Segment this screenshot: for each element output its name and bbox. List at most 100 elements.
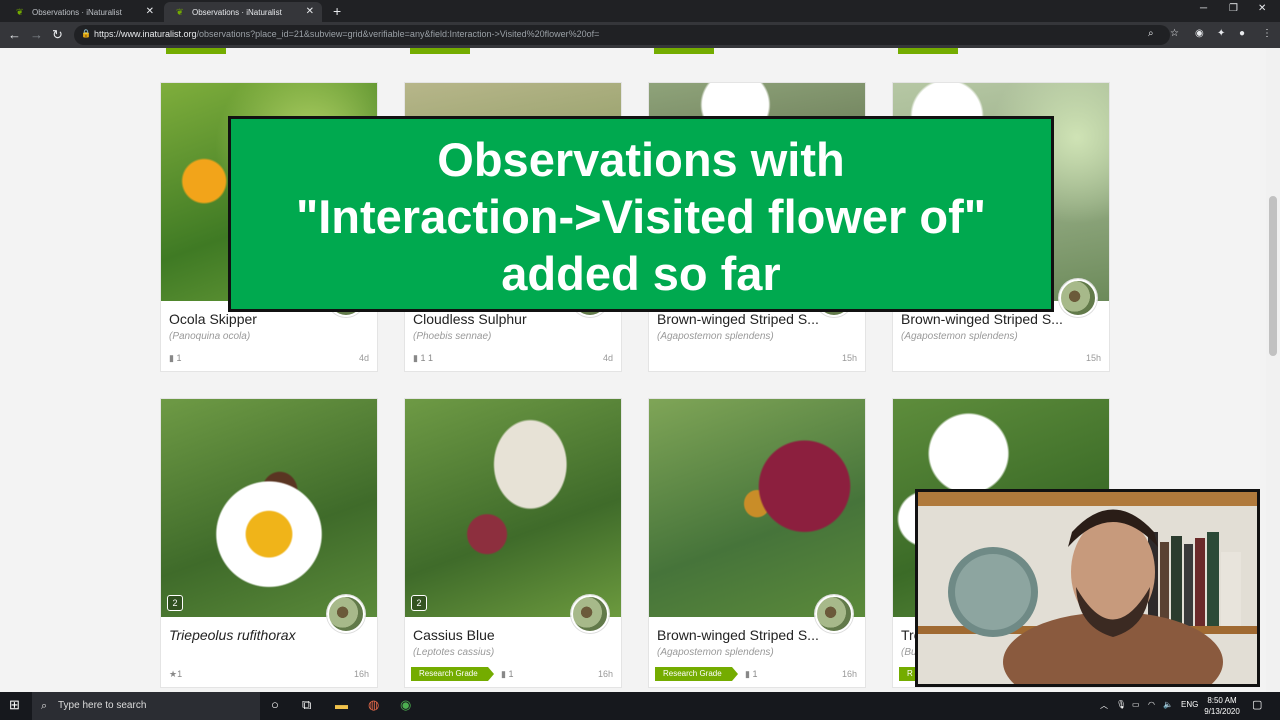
search-placeholder: Type here to search xyxy=(58,700,147,711)
tab-title: Observations · iNaturalist xyxy=(32,7,122,17)
webcam-person-image xyxy=(918,492,1257,684)
minimize-icon[interactable]: ─ xyxy=(1200,3,1207,14)
window-close-icon[interactable]: ✕ xyxy=(1258,3,1266,14)
observed-time: 4d xyxy=(358,353,369,363)
task-view-icon[interactable]: ⧉ xyxy=(302,697,311,713)
language-indicator[interactable]: ENG xyxy=(1181,700,1198,709)
badge-stub xyxy=(898,48,958,54)
badge-stub xyxy=(654,48,714,54)
back-icon[interactable]: ← xyxy=(8,27,21,42)
identification-icon: ▮ xyxy=(169,353,174,363)
observation-photo[interactable] xyxy=(161,399,377,617)
scientific-name: (Panoquina ocola) xyxy=(169,331,251,342)
forward-icon[interactable]: → xyxy=(30,27,43,42)
windows-taskbar: ⊞ ⌕ Type here to search ○ ⧉ ▬ ◍ ◉ ︿ 🎙 ▭ … xyxy=(0,692,1280,720)
inaturalist-favicon-icon: ❦ xyxy=(176,7,184,17)
identification-icon: ▮ xyxy=(413,353,418,363)
badge-stub xyxy=(410,48,470,54)
network-icon[interactable]: ◠ xyxy=(1148,700,1155,709)
page-scrollbar[interactable] xyxy=(1266,48,1280,692)
scientific-name: (Agapostemon splendens) xyxy=(901,331,1018,342)
search-icon: ⌕ xyxy=(41,700,48,712)
extensions-puzzle-icon[interactable]: ✦ xyxy=(1217,28,1225,39)
observer-avatar[interactable] xyxy=(815,595,853,633)
browser-tab-active[interactable]: ❦ Observations · iNaturalist ✕ xyxy=(164,2,322,22)
observed-time: 16h xyxy=(353,669,369,679)
tray-overflow-icon[interactable]: ︿ xyxy=(1100,700,1108,711)
common-name[interactable]: Brown-winged Striped S... xyxy=(657,311,819,327)
banner-line-3: added so far xyxy=(501,247,781,300)
title-overlay-banner: Observations with "Interaction->Visited … xyxy=(228,116,1054,312)
badge-stub xyxy=(166,48,226,54)
new-tab-icon[interactable]: + xyxy=(333,3,341,19)
taskbar-clock[interactable]: 8:50 AM 9/13/2020 xyxy=(1200,695,1244,717)
observer-avatar[interactable] xyxy=(327,595,365,633)
bookmark-star-icon[interactable]: ☆ xyxy=(1170,28,1179,39)
webcam-overlay xyxy=(915,489,1260,687)
id-count: ▮ 1 xyxy=(501,669,514,679)
identification-icon: ▮ xyxy=(501,669,506,679)
file-explorer-icon[interactable]: ▬ xyxy=(335,697,348,712)
star-icon: ★ xyxy=(169,669,178,679)
address-bar[interactable]: 🔒 https://www.inaturalist.org/observatio… xyxy=(74,25,1170,45)
cortana-icon[interactable]: ○ xyxy=(271,697,279,712)
observed-time: 4d xyxy=(602,353,613,363)
common-name[interactable]: Brown-winged Striped S... xyxy=(901,311,1063,327)
browser-menu-icon[interactable]: ⋮ xyxy=(1262,28,1272,39)
research-grade-badge: Research Grade xyxy=(655,667,738,681)
browser-toolbar: ← → ↻ 🔒 https://www.inaturalist.org/obse… xyxy=(0,22,1280,48)
banner-line-1: Observations with xyxy=(437,133,845,186)
browser-tab[interactable]: ❦ Observations · iNaturalist ✕ xyxy=(4,2,162,22)
close-tab-icon[interactable]: ✕ xyxy=(146,6,154,17)
clock-time: 8:50 AM xyxy=(1207,696,1237,705)
common-name[interactable]: Ocola Skipper xyxy=(169,311,257,327)
common-name[interactable]: Cloudless Sulphur xyxy=(413,311,527,327)
tab-title: Observations · iNaturalist xyxy=(192,7,282,17)
photo-count-badge: 2 xyxy=(167,595,183,611)
windows-start-icon[interactable]: ⊞ xyxy=(9,697,20,713)
observer-avatar[interactable] xyxy=(571,595,609,633)
scientific-name: (Agapostemon splendens) xyxy=(657,647,774,658)
observed-time: 15h xyxy=(1085,353,1101,363)
audio-app-icon[interactable]: ◍ xyxy=(368,697,379,713)
scientific-name-title[interactable]: Triepeolus rufithorax xyxy=(169,627,296,643)
volume-icon[interactable]: 🔈 xyxy=(1163,700,1173,709)
battery-icon[interactable]: ▭ xyxy=(1132,700,1140,709)
fave-count: ★1 xyxy=(169,669,183,679)
inaturalist-favicon-icon: ❦ xyxy=(16,7,24,17)
photo-count-badge: 2 xyxy=(411,595,427,611)
lock-icon: 🔒 xyxy=(81,29,91,38)
common-name[interactable]: Cassius Blue xyxy=(413,627,495,643)
identification-icon: ▮ xyxy=(745,669,750,679)
browser-tab-bar: ❦ Observations · iNaturalist ✕ ❦ Observa… xyxy=(0,0,1280,22)
taskbar-search-box[interactable]: ⌕ Type here to search xyxy=(32,692,260,720)
profile-avatar-icon[interactable]: ● xyxy=(1239,28,1245,39)
zoom-icon[interactable]: ⌕ xyxy=(1148,28,1154,39)
observation-photo[interactable] xyxy=(649,399,865,617)
observer-avatar[interactable] xyxy=(1059,279,1097,317)
observed-time: 16h xyxy=(841,669,857,679)
restore-icon[interactable]: ❐ xyxy=(1229,3,1238,14)
chrome-icon[interactable]: ◉ xyxy=(400,697,411,713)
scientific-name: (Agapostemon splendens) xyxy=(657,331,774,342)
close-tab-icon[interactable]: ✕ xyxy=(306,6,314,17)
observation-card[interactable]: 2 Triepeolus rufithorax ★1 16h xyxy=(160,398,378,688)
banner-line-2: "Interaction->Visited flower of" xyxy=(295,190,987,243)
observed-time: 15h xyxy=(841,353,857,363)
research-grade-badge: Research Grade xyxy=(411,667,494,681)
observation-card[interactable]: Brown-winged Striped S... (Agapostemon s… xyxy=(648,398,866,688)
scrollbar-thumb[interactable] xyxy=(1269,196,1277,356)
observation-card[interactable]: 2 Cassius Blue (Leptotes cassius) Resear… xyxy=(404,398,622,688)
url-text: https://www.inaturalist.org/observations… xyxy=(94,29,600,39)
id-comment-count: ▮ 1 1 xyxy=(413,353,433,363)
reload-icon[interactable]: ↻ xyxy=(52,27,63,43)
extension-icon[interactable]: ◉ xyxy=(1195,28,1204,39)
scientific-name: (Leptotes cassius) xyxy=(413,647,495,658)
clock-date: 9/13/2020 xyxy=(1204,707,1240,716)
observation-photo[interactable] xyxy=(405,399,621,617)
microphone-icon[interactable]: 🎙 xyxy=(1116,700,1126,709)
common-name[interactable]: Brown-winged Striped S... xyxy=(657,627,819,643)
notifications-icon[interactable]: ▢ xyxy=(1252,698,1262,711)
observed-time: 16h xyxy=(597,669,613,679)
id-count: ▮ 1 xyxy=(745,669,758,679)
